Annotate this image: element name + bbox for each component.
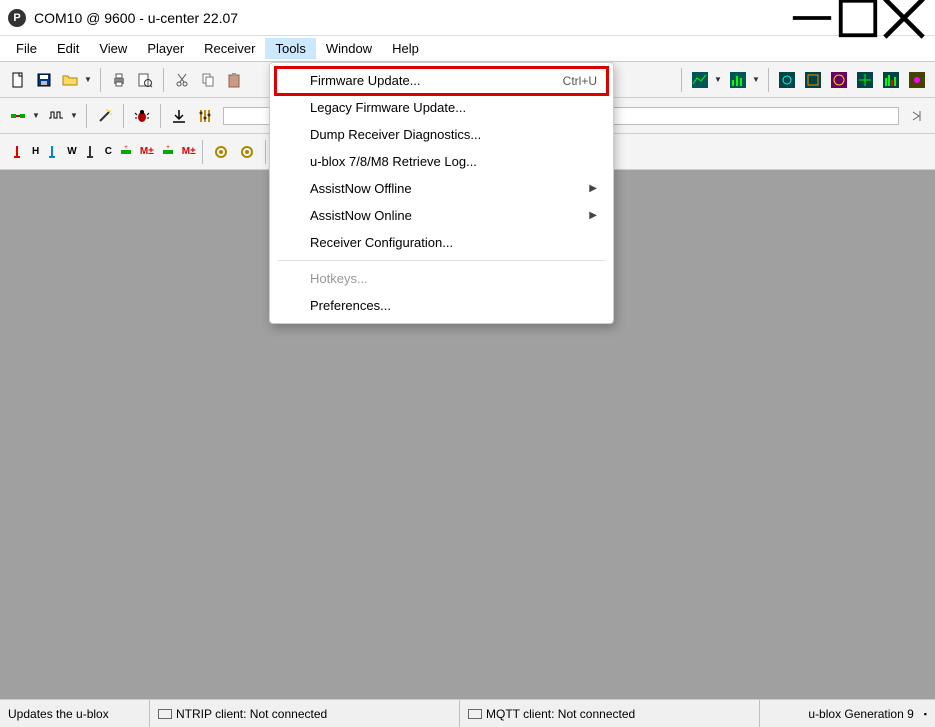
title-bar: P COM10 @ 9600 - u-center 22.07 (0, 0, 935, 36)
menu-item-label: u-blox 7/8/M8 Retrieve Log... (310, 154, 597, 169)
indicator-w-label: W (67, 146, 76, 157)
menu-file[interactable]: File (6, 38, 47, 59)
baud-dropdown[interactable]: ▼ (70, 111, 80, 120)
menu-firmware-update[interactable]: Firmware Update... Ctrl+U (270, 67, 613, 94)
menu-help[interactable]: Help (382, 38, 429, 59)
indicator-m2-icon[interactable]: + (156, 140, 180, 164)
minimize-button[interactable] (789, 3, 835, 33)
print-preview-icon[interactable] (133, 68, 157, 92)
status-ntrip: NTRIP client: Not connected (150, 700, 460, 727)
view4-icon[interactable] (853, 68, 877, 92)
status-bar: Updates the u-blox NTRIP client: Not con… (0, 699, 935, 727)
indicator-c-icon[interactable] (79, 140, 103, 164)
menu-view[interactable]: View (89, 38, 137, 59)
bug-icon[interactable] (130, 104, 154, 128)
connect-dropdown[interactable]: ▼ (32, 111, 42, 120)
tools-dropdown: Firmware Update... Ctrl+U Legacy Firmwar… (269, 62, 614, 324)
menu-player[interactable]: Player (137, 38, 194, 59)
cut-icon[interactable] (170, 68, 194, 92)
print-icon[interactable] (107, 68, 131, 92)
menu-item-label: Firmware Update... (310, 73, 563, 88)
chart2-icon[interactable] (726, 68, 750, 92)
chart1-dropdown[interactable]: ▼ (714, 75, 724, 84)
app-icon: P (8, 9, 26, 27)
save-icon[interactable] (32, 68, 56, 92)
menu-receiver[interactable]: Receiver (194, 38, 265, 59)
open-icon[interactable] (58, 68, 82, 92)
menu-legacy-firmware-update[interactable]: Legacy Firmware Update... (270, 94, 613, 121)
status-ntrip-text: NTRIP client: Not connected (176, 707, 327, 721)
chart1-icon[interactable] (688, 68, 712, 92)
menu-retrieve-log[interactable]: u-blox 7/8/M8 Retrieve Log... (270, 148, 613, 175)
indicator-m1-icon[interactable]: + (114, 140, 138, 164)
svg-text:+: + (124, 145, 128, 151)
view2-icon[interactable] (801, 68, 825, 92)
status-more-icon[interactable]: ▪ (924, 709, 927, 719)
maximize-button[interactable] (835, 3, 881, 33)
menu-edit[interactable]: Edit (47, 38, 89, 59)
menu-window[interactable]: Window (316, 38, 382, 59)
menu-assistnow-offline[interactable]: AssistNow Offline ▶ (270, 175, 613, 202)
chart2-dropdown[interactable]: ▼ (752, 75, 762, 84)
gear1-icon[interactable] (209, 140, 233, 164)
submenu-arrow-icon: ▶ (589, 210, 597, 221)
toolbar-end-arrow-icon[interactable] (905, 104, 929, 128)
paste-icon[interactable] (222, 68, 246, 92)
baud-icon[interactable] (44, 104, 68, 128)
close-button[interactable] (881, 3, 927, 33)
menu-item-shortcut: Ctrl+U (563, 74, 597, 88)
sliders-icon[interactable] (193, 104, 217, 128)
view6-icon[interactable] (905, 68, 929, 92)
status-mqtt-text: MQTT client: Not connected (486, 707, 635, 721)
mqtt-chip-icon (468, 709, 482, 719)
copy-icon[interactable] (196, 68, 220, 92)
wand-icon[interactable] (93, 104, 117, 128)
menu-item-label: AssistNow Online (310, 208, 589, 223)
window-controls (789, 3, 927, 33)
menu-receiver-config[interactable]: Receiver Configuration... (270, 229, 613, 256)
submenu-arrow-icon: ▶ (589, 183, 597, 194)
status-gen-text: u-blox Generation 9 (808, 707, 913, 721)
status-mqtt: MQTT client: Not connected (460, 700, 760, 727)
connect-icon[interactable] (6, 104, 30, 128)
menu-item-label: AssistNow Offline (310, 181, 589, 196)
svg-text:+: + (166, 145, 170, 151)
menu-item-label: Hotkeys... (310, 271, 597, 286)
menu-dump-diagnostics[interactable]: Dump Receiver Diagnostics... (270, 121, 613, 148)
indicator-w-icon[interactable] (41, 140, 65, 164)
open-dropdown-icon[interactable]: ▼ (84, 75, 94, 84)
view3-icon[interactable] (827, 68, 851, 92)
status-generation: u-blox Generation 9 ▪ (760, 700, 935, 727)
ntrip-chip-icon (158, 709, 172, 719)
new-file-icon[interactable] (6, 68, 30, 92)
gear2-icon[interactable] (235, 140, 259, 164)
indicator-h-label: H (32, 146, 39, 157)
menu-separator (278, 260, 605, 261)
view5-icon[interactable] (879, 68, 903, 92)
menu-item-label: Legacy Firmware Update... (310, 100, 597, 115)
menu-hotkeys: Hotkeys... (270, 265, 613, 292)
status-hint-text: Updates the u-blox (8, 707, 109, 721)
window-title: COM10 @ 9600 - u-center 22.07 (34, 10, 789, 26)
view1-icon[interactable] (775, 68, 799, 92)
menu-item-label: Receiver Configuration... (310, 235, 597, 250)
indicator-m2-label: M± (182, 146, 196, 157)
menu-preferences[interactable]: Preferences... (270, 292, 613, 319)
indicator-c-label: C (105, 146, 112, 157)
menu-item-label: Dump Receiver Diagnostics... (310, 127, 597, 142)
menu-assistnow-online[interactable]: AssistNow Online ▶ (270, 202, 613, 229)
menu-tools[interactable]: Tools (265, 38, 315, 59)
download-icon[interactable] (167, 104, 191, 128)
status-hint: Updates the u-blox (0, 700, 150, 727)
indicator-m1-label: M± (140, 146, 154, 157)
indicator-h-icon[interactable] (6, 140, 30, 164)
menu-item-label: Preferences... (310, 298, 597, 313)
